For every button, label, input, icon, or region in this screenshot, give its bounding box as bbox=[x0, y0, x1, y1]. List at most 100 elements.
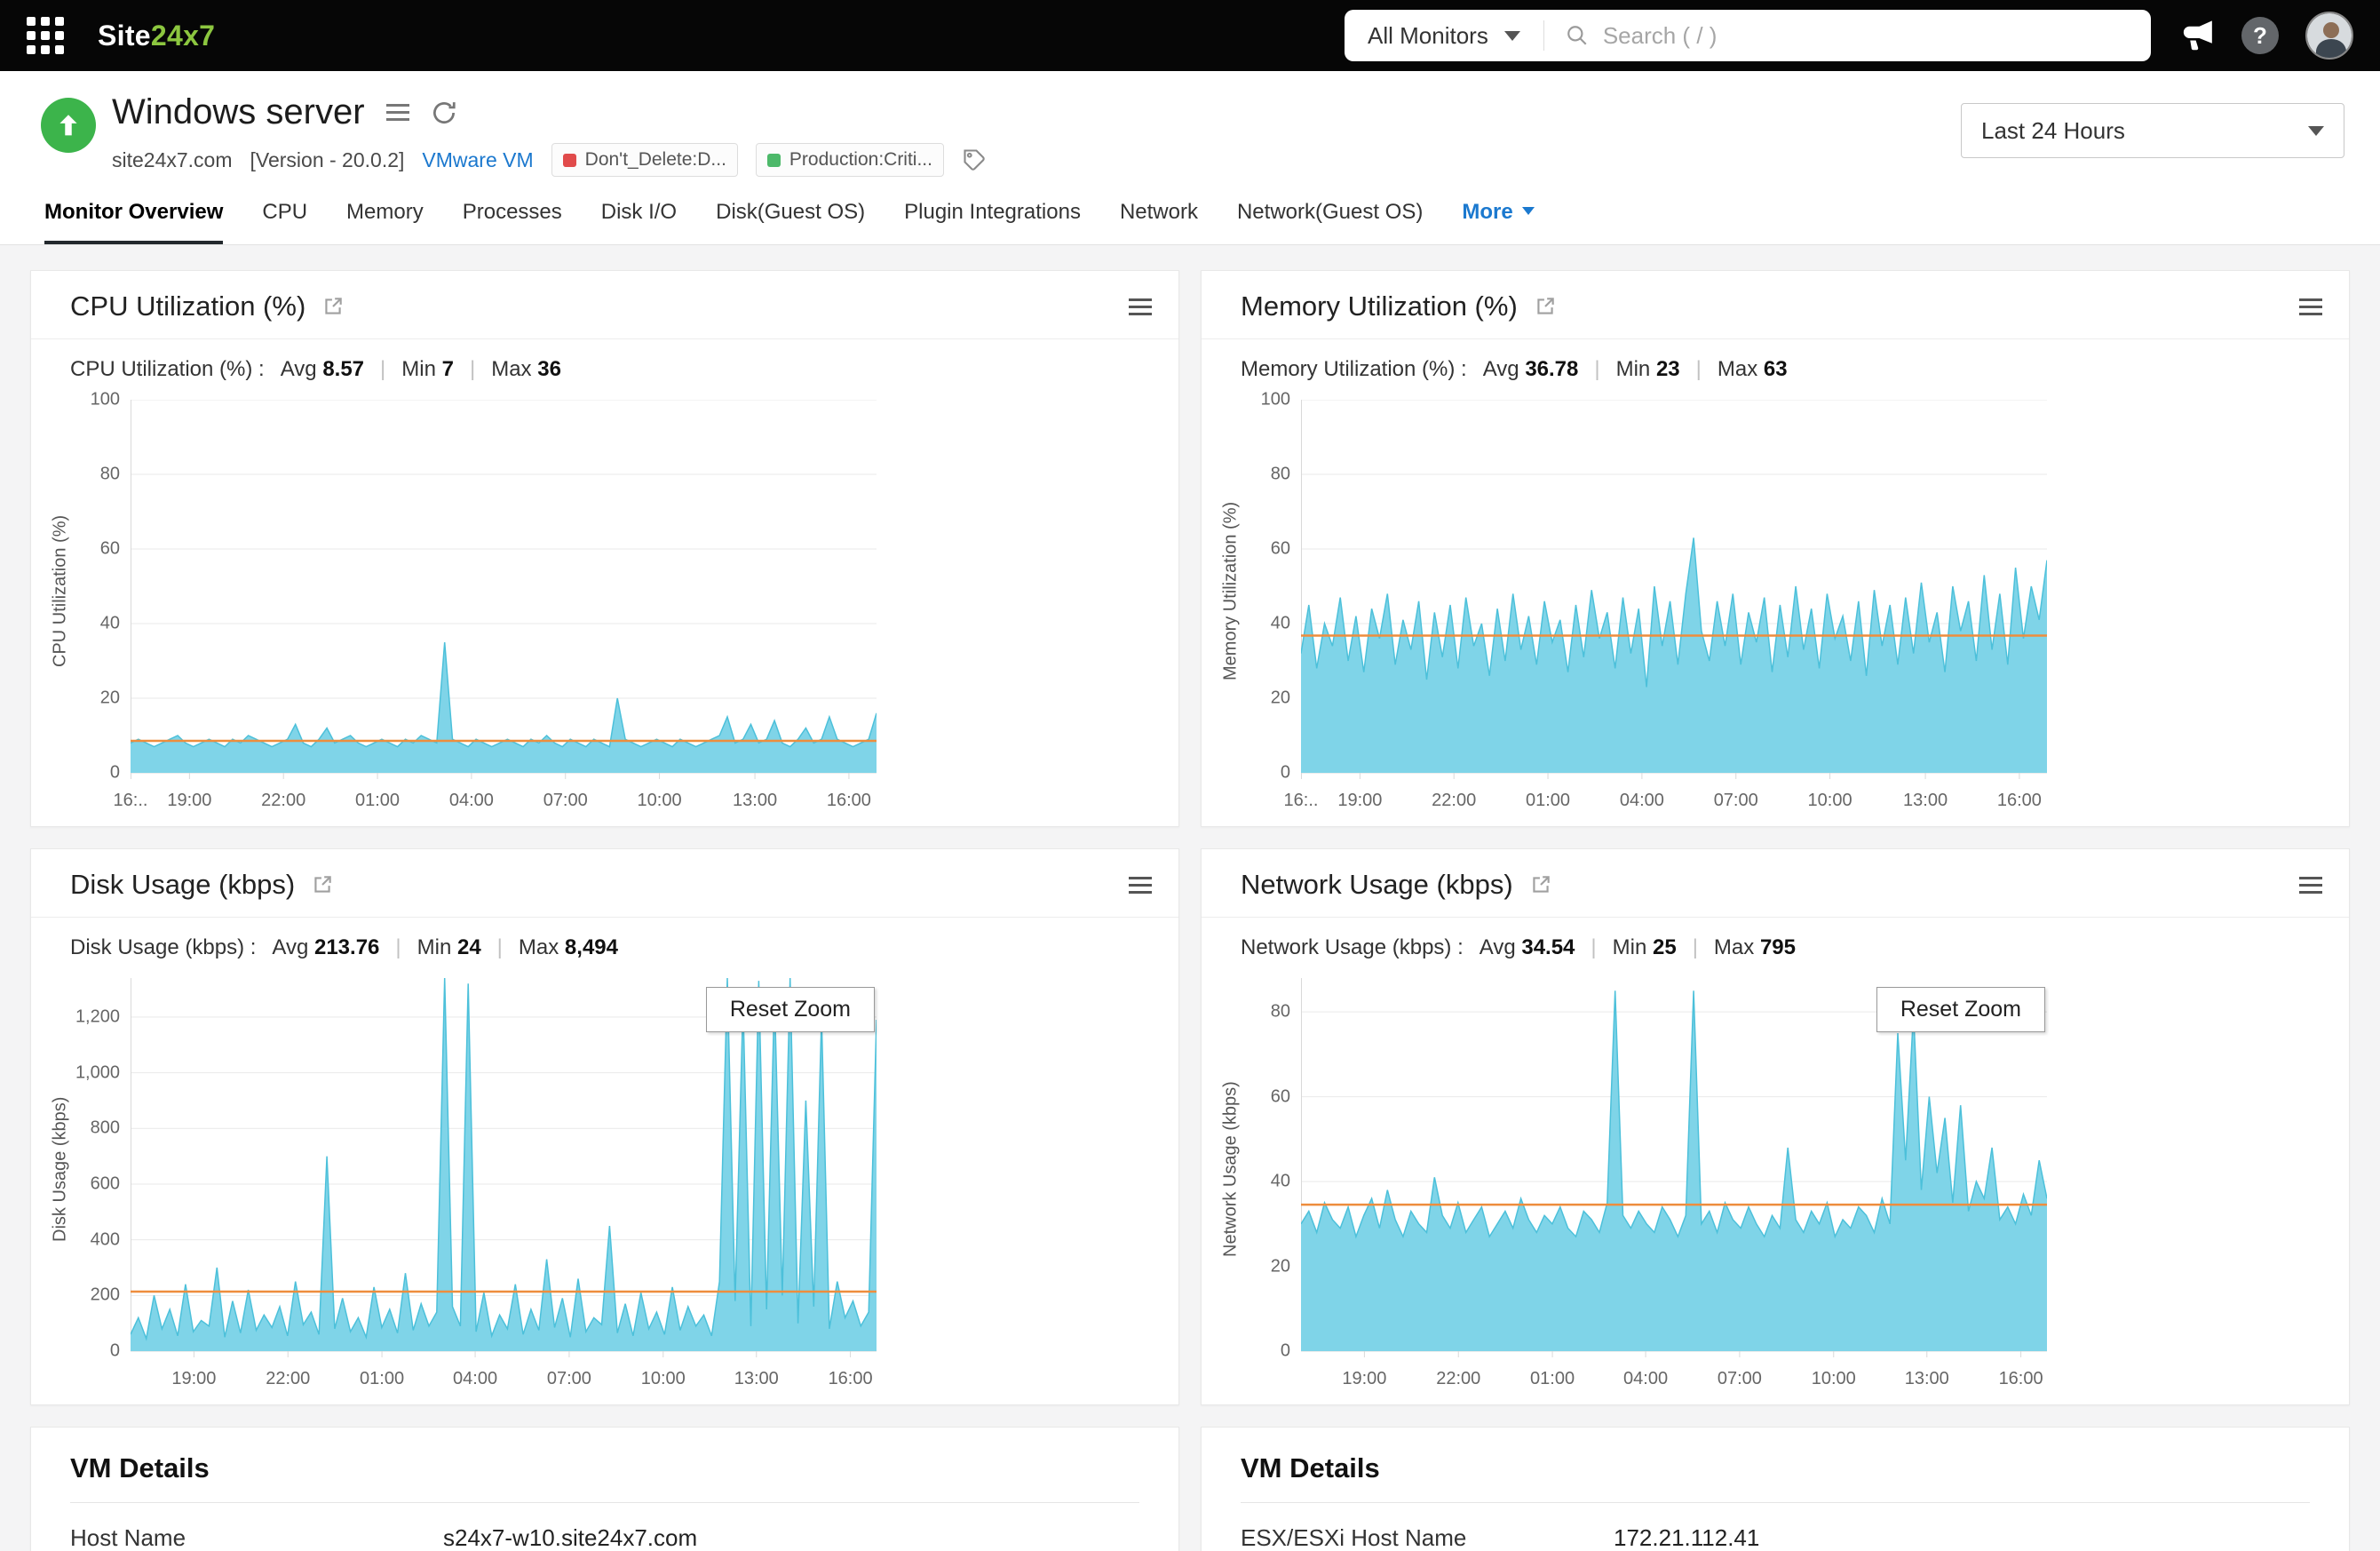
tab-processes[interactable]: Processes bbox=[463, 200, 562, 244]
disk-usage-card: Disk Usage (kbps) Disk Usage (kbps) : Av… bbox=[30, 848, 1179, 1405]
reset-zoom-button[interactable]: Reset Zoom bbox=[1876, 987, 2045, 1032]
help-icon[interactable]: ? bbox=[2241, 17, 2279, 54]
logo-suffix-text: 24x7 bbox=[150, 19, 216, 52]
tag-label: Don't_Delete:D... bbox=[584, 149, 726, 170]
chart-stats: CPU Utilization (%) : Avg 8.57 | Min 7 |… bbox=[31, 339, 1178, 386]
chart-area: Disk Usage (kbps) 0 200 400 600 800 1,000 1,20… bbox=[31, 964, 1178, 1404]
stat-separator: | bbox=[1591, 935, 1597, 959]
x-axis-labels: 19:00 22:00 01:00 04:00 07:00 10:00 13:00 16:00 bbox=[1342, 1369, 2043, 1388]
stat-avg: Avg 34.54 bbox=[1479, 935, 1575, 959]
chart-title: Network Usage (kbps) bbox=[1241, 869, 1513, 900]
y-axis-labels: 0 200 400 600 800 1,000 1,200 bbox=[75, 1006, 120, 1361]
vm-details-title: VM Details bbox=[1241, 1452, 2310, 1503]
expand-chart-icon[interactable] bbox=[1529, 873, 1552, 896]
vm-details-card-esx: VM Details ESX/ESXi Host Name 172.21.112… bbox=[1201, 1427, 2350, 1551]
chart-area: CPU Utilization (%) 0 20 40 60 80 100 16:.. 19… bbox=[31, 386, 1178, 826]
chart-title: Memory Utilization (%) bbox=[1241, 290, 1518, 322]
y-axis-title: Disk Usage (kbps) bbox=[50, 1096, 70, 1242]
search-input[interactable] bbox=[1602, 21, 2130, 50]
stat-name: Network Usage (kbps) : bbox=[1241, 935, 1464, 959]
plot-region: 16:.. 19:00 22:00 01:00 04:00 07:00 10:00 13:00… bbox=[114, 400, 877, 814]
stat-max: Max 36 bbox=[491, 357, 561, 381]
tag-chip-production[interactable]: Production:Criti... bbox=[755, 143, 944, 177]
chart-menu-icon[interactable] bbox=[2299, 298, 2322, 315]
stat-separator: | bbox=[496, 935, 503, 959]
stat-min: Min 7 bbox=[401, 357, 454, 381]
stat-min: Min 24 bbox=[416, 935, 481, 959]
refresh-icon[interactable] bbox=[431, 99, 457, 126]
tab-more[interactable]: More bbox=[1462, 200, 1535, 244]
tab-disk-guest-os[interactable]: Disk(Guest OS) bbox=[716, 200, 865, 244]
stat-avg: Avg 8.57 bbox=[280, 357, 365, 381]
tab-cpu[interactable]: CPU bbox=[262, 200, 307, 244]
monitor-title: Windows server bbox=[112, 92, 365, 131]
vmware-vm-link[interactable]: VMware VM bbox=[422, 148, 533, 172]
monitor-host: site24x7.com bbox=[112, 147, 233, 171]
tab-plugin-integrations[interactable]: Plugin Integrations bbox=[904, 200, 1081, 244]
vm-details-card-host: VM Details Host Name s24x7-w10.site24x7.… bbox=[30, 1427, 1179, 1551]
memory-utilization-chart[interactable] bbox=[1301, 400, 2047, 782]
monitor-scope-dropdown[interactable]: All Monitors bbox=[1345, 10, 1543, 61]
apps-grid-icon[interactable] bbox=[27, 17, 64, 54]
plot-region: Reset Zoom 19:00 22:00 01:00 04:00 07:00 10:0… bbox=[1301, 978, 2047, 1392]
expand-chart-icon[interactable] bbox=[321, 295, 345, 318]
stat-separator: | bbox=[380, 357, 386, 381]
y-axis-labels: 0 20 40 60 80 bbox=[1270, 1001, 1290, 1361]
time-range-dropdown[interactable]: Last 24 Hours bbox=[1961, 103, 2344, 158]
y-axis-title: Network Usage (kbps) bbox=[1220, 1081, 1241, 1257]
monitor-meta-row: site24x7.com [Version - 20.0.2] VMware V… bbox=[112, 143, 987, 177]
stat-name: Disk Usage (kbps) : bbox=[70, 935, 257, 959]
table-row: Host Name s24x7-w10.site24x7.com bbox=[70, 1503, 1139, 1551]
site24x7-logo[interactable]: Site24x7 bbox=[98, 20, 215, 52]
disk-usage-chart[interactable] bbox=[131, 978, 877, 1360]
vm-detail-label: ESX/ESXi Host Name bbox=[1241, 1524, 1467, 1551]
stat-max: Max 795 bbox=[1713, 935, 1796, 959]
stat-separator: | bbox=[1695, 357, 1702, 381]
tab-monitor-overview[interactable]: Monitor Overview bbox=[44, 200, 224, 244]
stat-separator: | bbox=[395, 935, 401, 959]
tab-memory[interactable]: Memory bbox=[346, 200, 424, 244]
monitor-scope-label: All Monitors bbox=[1368, 21, 1488, 49]
chevron-down-icon bbox=[1521, 207, 1535, 215]
chart-stats: Disk Usage (kbps) : Avg 213.76 | Min 24 … bbox=[31, 918, 1178, 964]
vm-details-title: VM Details bbox=[70, 1452, 1139, 1503]
y-axis-labels: 0 20 40 60 80 100 bbox=[90, 389, 120, 783]
vm-detail-value: s24x7-w10.site24x7.com bbox=[443, 1524, 698, 1551]
tag-chip-dont-delete[interactable]: Don't_Delete:D... bbox=[551, 143, 738, 177]
tab-more-label: More bbox=[1462, 200, 1513, 224]
stat-avg: Avg 36.78 bbox=[1482, 357, 1579, 381]
vm-detail-value: 172.21.112.41 bbox=[1614, 1524, 1760, 1551]
cpu-utilization-chart[interactable] bbox=[131, 400, 877, 782]
x-axis-labels: 16:.. 19:00 22:00 01:00 04:00 07:00 10:00 13:00… bbox=[1283, 791, 2042, 810]
chart-menu-icon[interactable] bbox=[1129, 876, 1152, 894]
tag-icon[interactable] bbox=[962, 147, 987, 172]
memory-utilization-card: Memory Utilization (%) Memory Utilizatio… bbox=[1201, 270, 2350, 827]
logo-text: Site bbox=[98, 19, 151, 52]
announcements-icon[interactable] bbox=[2181, 20, 2215, 52]
tag-color-swatch bbox=[562, 153, 576, 167]
monitor-version: [Version - 20.0.2] bbox=[250, 147, 405, 171]
stat-min: Min 25 bbox=[1612, 935, 1677, 959]
reset-zoom-button[interactable]: Reset Zoom bbox=[705, 987, 875, 1032]
stat-separator: | bbox=[469, 357, 476, 381]
chart-menu-icon[interactable] bbox=[2299, 876, 2322, 894]
dashboard-grid: CPU Utilization (%) CPU Utilization (%) … bbox=[0, 245, 2380, 1551]
monitor-list-icon[interactable] bbox=[385, 104, 409, 121]
chart-menu-icon[interactable] bbox=[1129, 298, 1152, 315]
chart-title: Disk Usage (kbps) bbox=[70, 869, 296, 900]
plot-region: Reset Zoom 19:00 22:00 01:00 04:00 07:00 10:0… bbox=[131, 978, 877, 1392]
network-usage-chart[interactable] bbox=[1301, 978, 2047, 1360]
monitor-tabs: Monitor Overview CPU Memory Processes Di… bbox=[0, 200, 2380, 245]
stat-avg: Avg 213.76 bbox=[272, 935, 380, 959]
stat-separator: | bbox=[1692, 935, 1698, 959]
tab-network-guest-os[interactable]: Network(Guest OS) bbox=[1237, 200, 1423, 244]
chart-stats: Memory Utilization (%) : Avg 36.78 | Min… bbox=[1202, 339, 2349, 386]
expand-chart-icon[interactable] bbox=[311, 873, 334, 896]
search-section bbox=[1544, 21, 2151, 50]
cpu-utilization-card: CPU Utilization (%) CPU Utilization (%) … bbox=[30, 270, 1179, 827]
user-avatar[interactable] bbox=[2305, 12, 2353, 60]
monitor-search-pill: All Monitors bbox=[1345, 10, 2151, 61]
expand-chart-icon[interactable] bbox=[1534, 295, 1557, 318]
tab-disk-io[interactable]: Disk I/O bbox=[601, 200, 677, 244]
tab-network[interactable]: Network bbox=[1120, 200, 1198, 244]
